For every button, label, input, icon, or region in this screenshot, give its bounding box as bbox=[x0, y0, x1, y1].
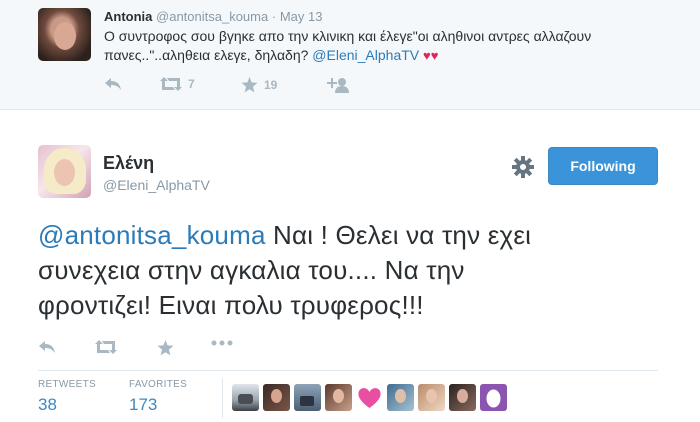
reply-button[interactable] bbox=[104, 77, 122, 91]
retweets-label: RETWEETS bbox=[38, 379, 96, 390]
reply-author-handle[interactable]: @antonitsa_kouma bbox=[156, 9, 268, 24]
favorite-button[interactable]: 19 bbox=[241, 77, 277, 93]
favoriter-avatar[interactable] bbox=[387, 384, 414, 411]
more-icon bbox=[211, 340, 233, 346]
favorites-label: FAVORITES bbox=[129, 379, 188, 390]
favorite-count: 19 bbox=[264, 78, 278, 92]
main-favorite-button[interactable] bbox=[157, 340, 174, 356]
favorites-value: 173 bbox=[129, 395, 158, 414]
favorite-icon bbox=[241, 77, 258, 93]
favoriter-avatar[interactable] bbox=[480, 384, 507, 411]
gear-icon[interactable] bbox=[512, 156, 534, 178]
follow-icon bbox=[327, 78, 349, 93]
reply-author-name[interactable]: Antonia bbox=[104, 9, 152, 24]
favoriter-avatar[interactable] bbox=[232, 384, 259, 411]
stats-divider bbox=[38, 370, 658, 371]
favoriter-avatar[interactable] bbox=[418, 384, 445, 411]
retweet-icon bbox=[95, 340, 117, 354]
reply-icon bbox=[39, 341, 55, 353]
reply-text-line1: Ο συντροφος σου βγηκε απο την κλινικη κα… bbox=[104, 28, 592, 44]
reply-icon bbox=[105, 78, 121, 90]
retweet-button[interactable]: 7 bbox=[160, 77, 195, 91]
retweets-value: 38 bbox=[38, 395, 57, 414]
author-handle[interactable]: @Eleni_AlphaTV bbox=[103, 177, 210, 193]
reply-tweet: Antonia @antonitsa_kouma · May 13 Ο συντ… bbox=[0, 0, 700, 110]
retweet-icon bbox=[160, 77, 182, 91]
stats-separator bbox=[222, 378, 223, 418]
favoriter-avatar[interactable] bbox=[449, 384, 476, 411]
reply-text-line2: πανες.."..αληθεια ελεγε, δηλαδη? bbox=[104, 47, 309, 63]
reply-tweet-header: Antonia @antonitsa_kouma · May 13 bbox=[104, 9, 322, 24]
heart-avatar-icon bbox=[358, 388, 381, 408]
reply-author-avatar[interactable] bbox=[38, 8, 91, 61]
favoriter-avatar[interactable] bbox=[294, 384, 321, 411]
tweet-text-line1: Ναι ! Θελει να την εχει bbox=[265, 220, 532, 250]
reply-tweet-text: Ο συντροφος σου βγηκε απο την κλινικη κα… bbox=[104, 27, 664, 65]
main-reply-button[interactable] bbox=[38, 340, 56, 354]
tweet-text: @antonitsa_kouma Ναι ! Θελει να την εχει… bbox=[38, 218, 678, 323]
follow-button[interactable] bbox=[327, 77, 349, 93]
author-avatar[interactable] bbox=[38, 145, 91, 198]
tweet-text-line3: φροντιζει! Ειναι πολυ τρυφερος!!! bbox=[38, 290, 424, 320]
favorites-stat[interactable]: FAVORITES 173 bbox=[129, 379, 187, 415]
favoriter-avatar[interactable] bbox=[356, 384, 383, 411]
more-button[interactable] bbox=[211, 340, 233, 346]
tweet-text-line2: συνεχεια στην αγκαλια του.... Να την bbox=[38, 255, 465, 285]
main-retweet-button[interactable] bbox=[95, 340, 117, 354]
egg-avatar-icon bbox=[486, 389, 501, 408]
reply-text-mention[interactable]: @Eleni_AlphaTV bbox=[312, 47, 419, 63]
header-separator: · bbox=[271, 9, 277, 24]
favoriter-avatar[interactable] bbox=[325, 384, 352, 411]
favoriter-avatar[interactable] bbox=[263, 384, 290, 411]
hearts-emoji: ♥♥ bbox=[423, 48, 439, 63]
author-name[interactable]: Ελένη bbox=[103, 153, 154, 174]
retweet-count: 7 bbox=[188, 77, 195, 91]
retweets-stat[interactable]: RETWEETS 38 bbox=[38, 379, 96, 415]
favorite-icon bbox=[157, 340, 174, 356]
favorited-by-avatars bbox=[232, 384, 507, 411]
tweet-mention[interactable]: @antonitsa_kouma bbox=[38, 220, 266, 250]
reply-tweet-date[interactable]: May 13 bbox=[280, 9, 323, 24]
following-button[interactable]: Following bbox=[548, 147, 658, 185]
